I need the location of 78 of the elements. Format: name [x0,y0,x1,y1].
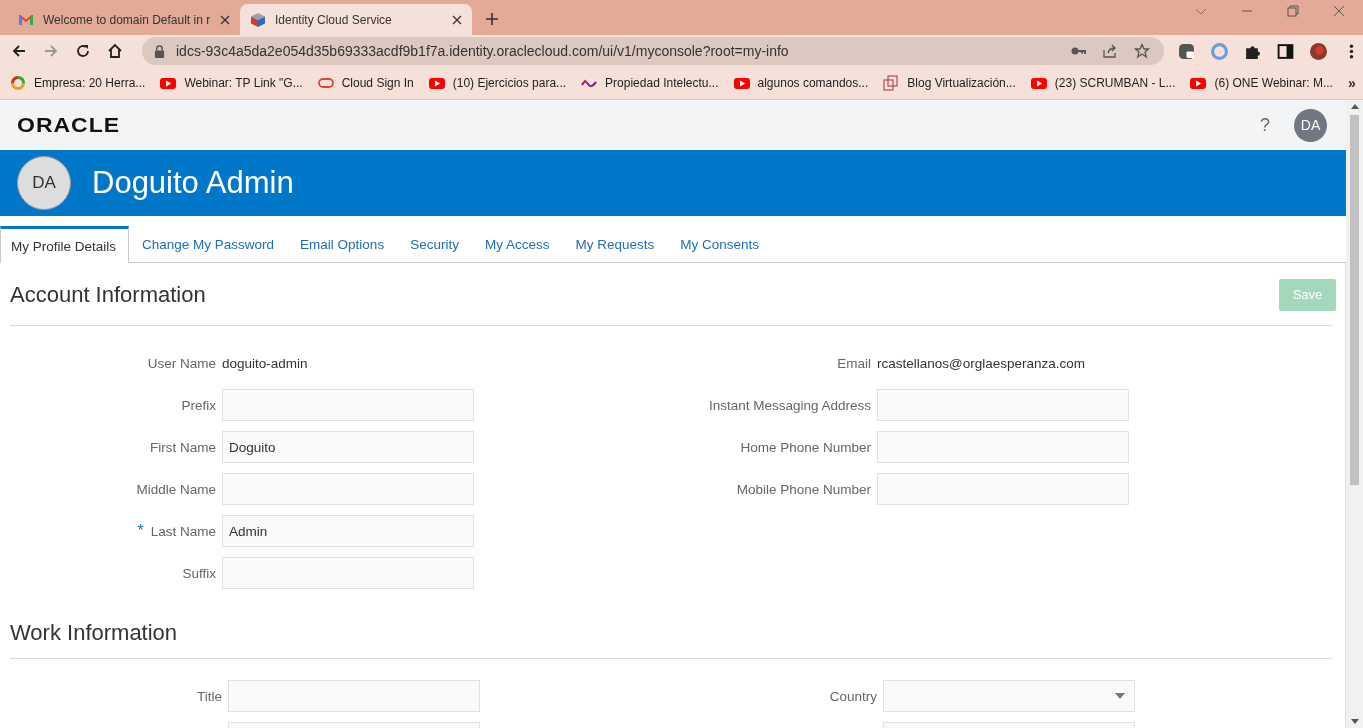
input-field[interactable]: Admin [222,515,474,547]
avatar: DA [17,156,71,210]
field-label: Last Name [150,523,216,539]
address-bar[interactable]: idcs-93c4a5da2e054d35b69333acdf9b1f7a.identity.oraclecloud.com/ui/v1/myconsole?root=my-info [142,37,1164,65]
field-value: doguito-admin [222,355,308,371]
field-label: Middle Name [136,481,216,497]
squares-icon [883,75,900,91]
bookmark[interactable]: (6) ONE Webinar: M... [1190,75,1333,91]
profile-avatar-icon[interactable] [1310,42,1327,60]
input-field[interactable] [222,557,474,589]
share-icon[interactable] [1102,43,1118,59]
help-button[interactable]: ? [1260,114,1270,136]
field-label: Country [829,688,877,704]
field-label: First Name [150,439,216,455]
bookmark[interactable]: Webinar: TP Link "G... [160,75,303,91]
bookmark[interactable]: (23) SCRUMBAN - L... [1030,75,1176,91]
input-field[interactable] [222,389,474,421]
tab[interactable]: Security [397,226,472,263]
bookmark[interactable]: Blog Virtualización... [883,75,1016,91]
field-label: Email [837,355,871,371]
side-panel-icon[interactable] [1277,42,1294,60]
input-field[interactable] [877,389,1129,421]
bookmark[interactable]: Propiedad Intelectu... [581,75,719,91]
field-label: Suffix [182,565,216,581]
star-icon[interactable] [1134,43,1150,59]
new-tab-icon[interactable] [486,13,498,25]
bookmark[interactable]: algunos comandos... [733,75,869,91]
play-icon [428,75,445,91]
input-field[interactable] [877,473,1129,505]
lock-icon [154,44,165,58]
close-tab-icon[interactable] [220,14,230,25]
extension-icon[interactable] [1178,42,1195,60]
field-label: Mobile Phone Number [736,481,871,497]
scroll-down-icon[interactable] [1350,719,1359,724]
tab[interactable]: My Consents [667,226,772,263]
play-icon [1190,75,1207,91]
restore-icon[interactable] [1287,4,1299,17]
field-label: Prefix [181,397,216,413]
tab[interactable]: My Access [471,226,563,263]
caret-icon [1115,693,1125,699]
required-asterisk: * [137,522,144,540]
scrollbar[interactable] [1346,100,1363,728]
input-field[interactable]: Doguito [222,431,474,463]
play-icon [733,75,750,91]
browser-tab[interactable]: Identity Cloud Service [240,4,472,35]
tab[interactable]: Change My Password [129,226,288,263]
play-icon [160,75,177,91]
tab[interactable]: My Requests [562,226,668,263]
bookmark[interactable]: (10) Ejercicios para... [428,75,567,91]
input-field[interactable] [222,473,474,505]
scroll-up-icon[interactable] [1350,104,1359,109]
field-label: User Name [147,355,216,371]
reload-icon[interactable] [75,43,91,59]
close-tab-icon[interactable] [452,14,462,25]
close-window-icon[interactable] [1333,4,1345,17]
browser-tab[interactable]: Welcome to domain Default in r [8,4,240,35]
logo: ORACLE [17,113,121,137]
input-field[interactable] [877,431,1129,463]
back-icon[interactable] [11,43,27,59]
bookmark[interactable]: Cloud Sign In [317,75,414,91]
home-icon[interactable] [107,43,123,59]
scrollbar-thumb[interactable] [1350,115,1359,485]
input-field[interactable] [228,680,480,712]
bookmark[interactable]: Empresa: 20 Herra... [10,75,146,91]
field-label: Title [197,688,222,704]
cube-icon [250,11,266,28]
tab[interactable]: My Profile Details [0,226,130,263]
more-bookmarks[interactable]: » [1347,75,1356,91]
tab[interactable]: Email Options [287,226,398,263]
field-label: Instant Messaging Address [708,397,871,413]
field-value: rcastellanos@orglaesperanza.com [877,355,1086,371]
section-title: Account Information [10,281,206,308]
ring-icon [10,75,26,91]
section-title: Work Information [10,620,178,646]
play-icon [1030,75,1047,91]
field-label: Home Phone Number [740,439,871,455]
user-avatar[interactable]: DA [1294,108,1327,142]
user-name-title: Doguito Admin [92,165,294,201]
